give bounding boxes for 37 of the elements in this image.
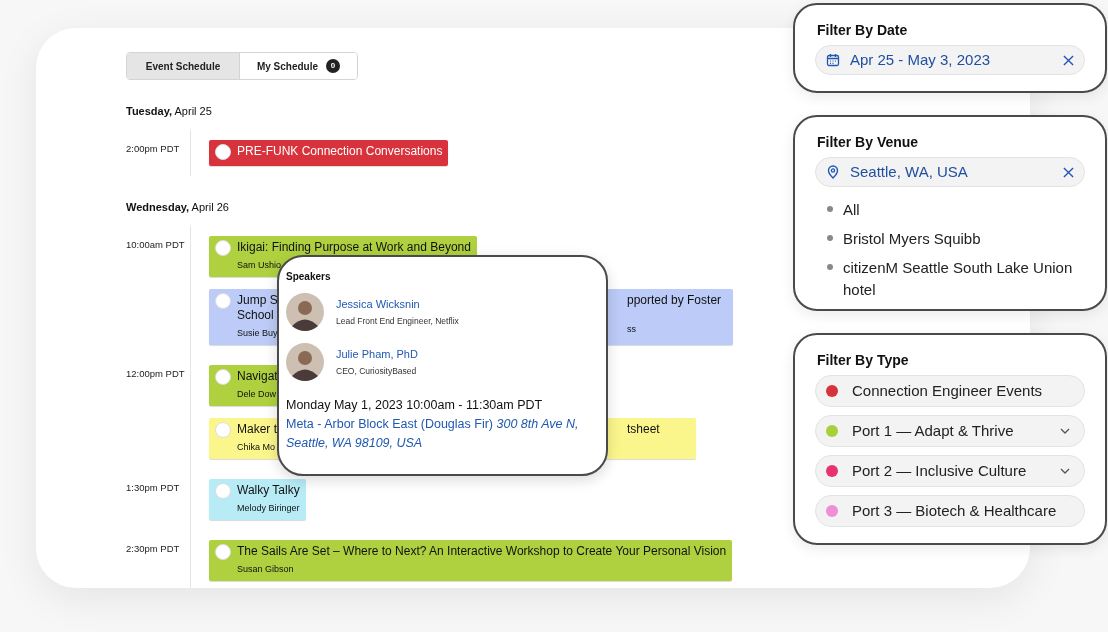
event-title: Maker t — [237, 422, 278, 437]
event-title: pported by Foster — [627, 293, 722, 307]
popover-heading: Speakers — [286, 271, 332, 283]
time-label: 10:00am PDT — [126, 238, 186, 251]
speaker-name: Melody Biringer — [237, 502, 300, 514]
speaker-name: Chika Mo — [237, 441, 275, 453]
event-title: The Sails Are Set – Where to Next? An Interactive Workshop to Create Your Personal Vision — [237, 544, 727, 559]
filter-title: Filter By Venue — [817, 133, 920, 151]
day-heading: Wednesday, April 26 — [126, 200, 229, 214]
event-title: Jump S School — [237, 293, 279, 323]
event-title: Walky Talky — [237, 483, 300, 498]
type-label: Connection Engineer Events — [852, 380, 1044, 401]
event-title: tsheet — [627, 422, 660, 436]
time-label: 1:30pm PDT — [126, 481, 181, 494]
event-datetime: Monday May 1, 2023 10:00am - 11:30am PDT — [286, 397, 544, 414]
event-title: Navigat — [237, 369, 278, 384]
type-label: Port 2 — Inclusive Culture — [852, 460, 1028, 481]
speaker-name: Susie Buy — [237, 327, 278, 339]
filter-title: Filter By Type — [817, 351, 910, 369]
day-heading: Tuesday, April 25 — [126, 104, 212, 118]
field-value: Seattle, WA, USA — [850, 161, 969, 182]
filter-title: Filter By Date — [817, 21, 909, 39]
type-label: Port 1 — Adapt & Thrive — [852, 420, 1015, 441]
speaker-name: ss — [627, 323, 637, 335]
type-label: Port 3 — Biotech & Healthcare — [852, 500, 1058, 521]
time-label: 12:00pm PDT — [126, 367, 186, 380]
speaker-role: Lead Front End Engineer, Netflix — [336, 315, 459, 327]
count-badge: 0 — [326, 59, 341, 73]
event-title: Ikigai: Finding Purpose at Work and Beyond — [237, 240, 471, 255]
speaker-name: Susan Gibson — [237, 563, 294, 575]
speaker-name: Dele Dow — [237, 388, 276, 400]
speaker-name: Sam Ushio — [237, 259, 281, 271]
speaker-role: CEO, CuriosityBased — [336, 365, 418, 377]
time-label: 2:00pm PDT — [126, 142, 181, 155]
field-value: Apr 25 - May 3, 2023 — [850, 49, 992, 70]
time-label: 2:30pm PDT — [126, 542, 181, 555]
event-title: PRE-FUNK Connection Conversations — [237, 144, 443, 159]
